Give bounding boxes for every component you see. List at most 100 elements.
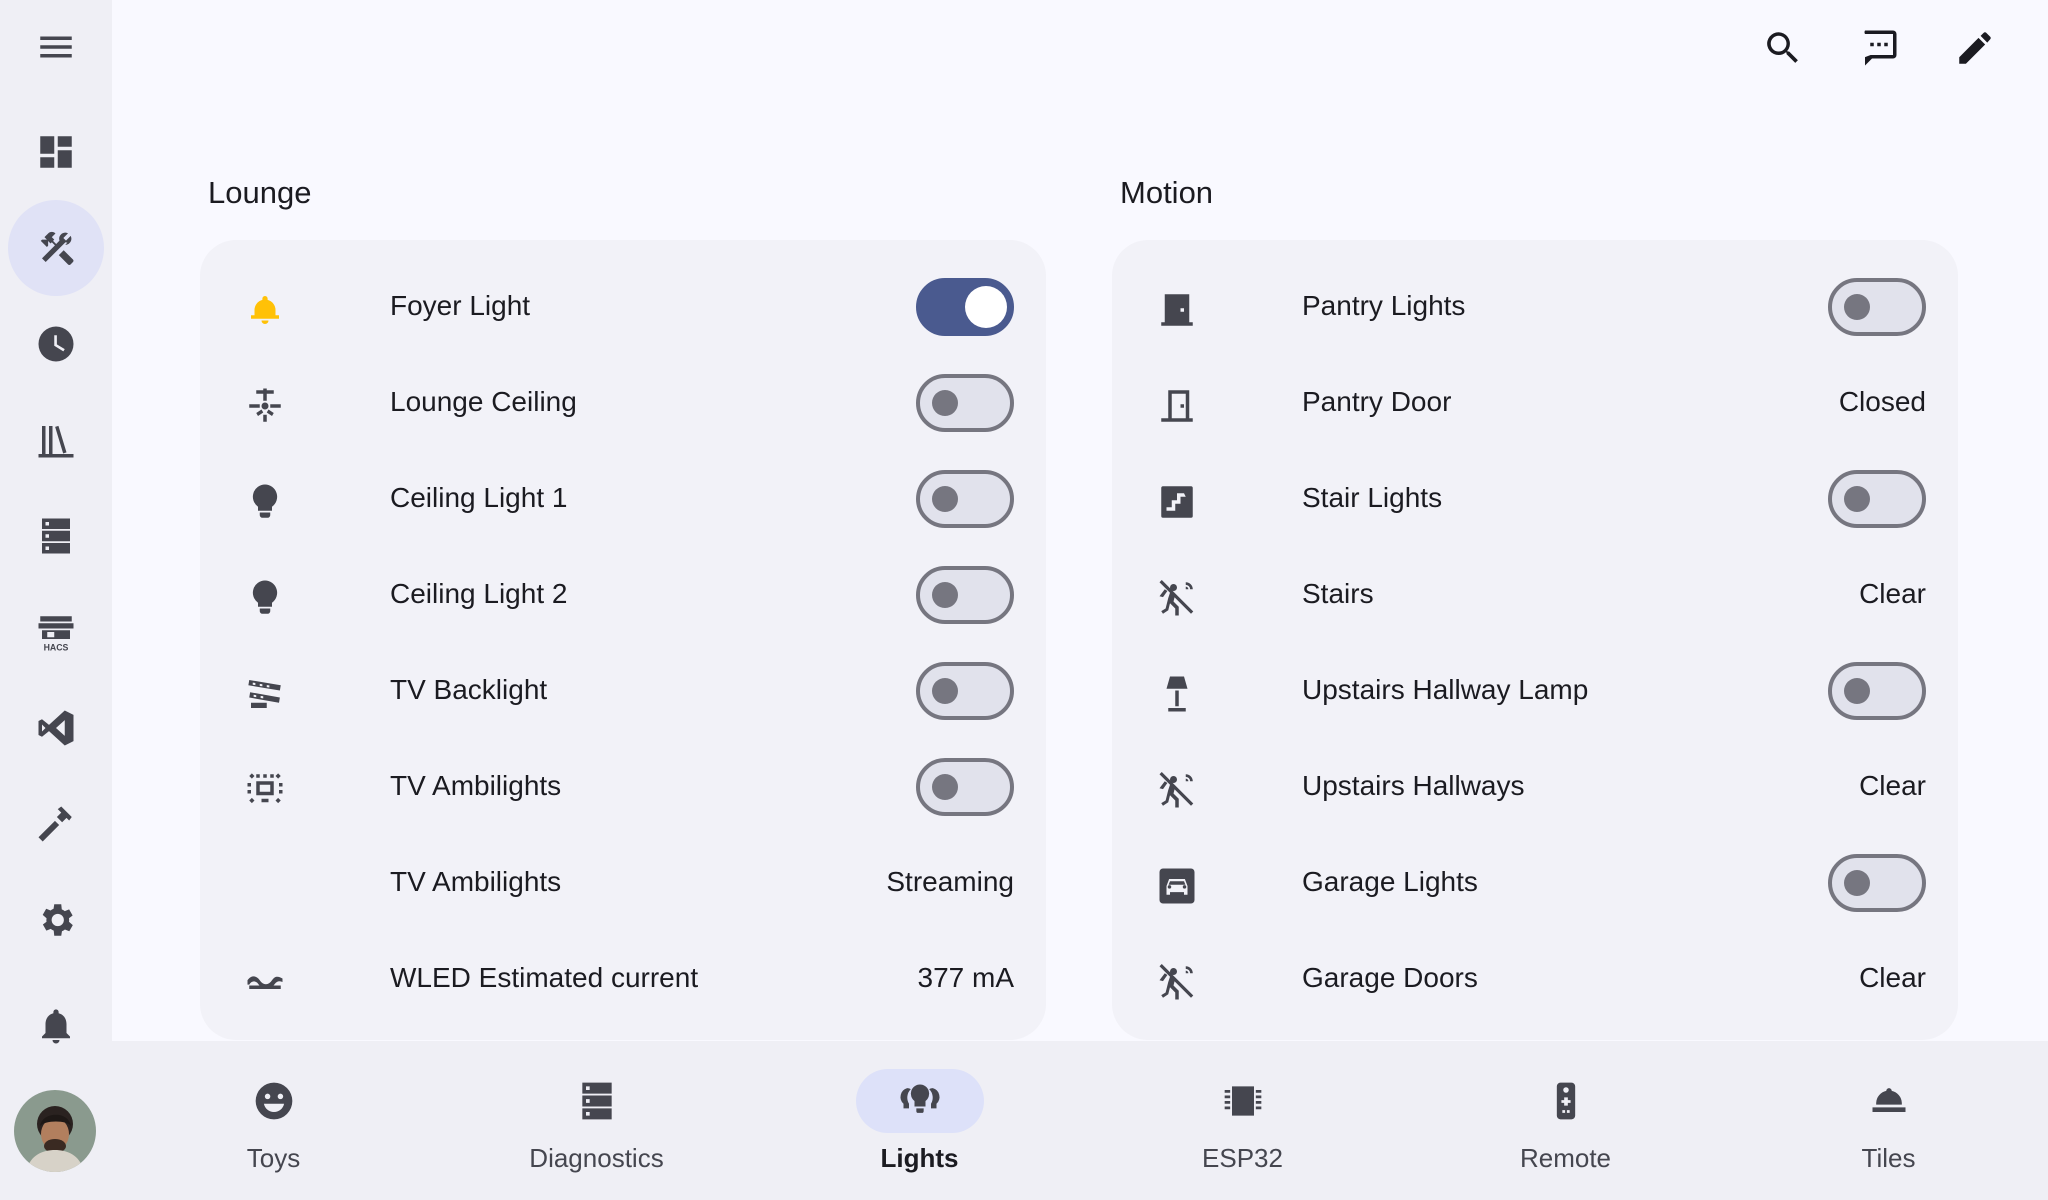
toggle-knob: [932, 486, 958, 512]
section-title-motion: Motion: [1120, 175, 1214, 210]
sidebar-item-developer[interactable]: [17, 785, 95, 863]
svg-text:HACS: HACS: [44, 642, 69, 652]
search-icon: [1767, 32, 1798, 63]
chip-icon: [1224, 1086, 1261, 1116]
entity-label: WLED Estimated current: [390, 962, 699, 993]
entity-row[interactable]: Ceiling Light 2: [200, 550, 1046, 646]
lounge-ceiling-toggle[interactable]: [916, 374, 1014, 432]
stairs-icon: [1156, 481, 1198, 523]
server-icon: [581, 1082, 612, 1120]
entity-state: Clear: [1859, 962, 1926, 993]
entity-row[interactable]: TV Ambilights Streaming: [200, 838, 1046, 934]
entity-row[interactable]: Upstairs Hallway Lamp: [1112, 646, 1958, 742]
edit-button[interactable]: [1947, 20, 2003, 76]
stair-lights-toggle[interactable]: [1828, 470, 1926, 528]
toggle-knob: [932, 390, 958, 416]
entity-label: Upstairs Hallways: [1302, 770, 1525, 801]
entity-row[interactable]: Garage Lights: [1112, 838, 1958, 934]
sidebar-item-media[interactable]: [17, 401, 95, 479]
entity-label: Stair Lights: [1302, 482, 1443, 513]
entity-row[interactable]: Lounge Ceiling: [200, 358, 1046, 454]
entity-label: Pantry Door: [1302, 386, 1452, 417]
garage-lights-toggle[interactable]: [1828, 854, 1926, 912]
view-tab-bar: Toys Diagnostics Lights ESP32 Remote Til…: [112, 1041, 2048, 1200]
sidebar-item-servers[interactable]: [17, 497, 95, 575]
tab-esp32[interactable]: ESP32: [1081, 1041, 1404, 1200]
current-ac-icon: [244, 961, 286, 1003]
tab-icon-wrap: [1502, 1069, 1630, 1133]
entity-label: Ceiling Light 2: [390, 578, 568, 609]
menu-icon: [40, 36, 72, 58]
ceiling-light-2-toggle[interactable]: [916, 566, 1014, 624]
entity-row[interactable]: TV Ambilights: [200, 742, 1046, 838]
entity-state: Clear: [1859, 578, 1926, 609]
tiles-icon: [1872, 1088, 1905, 1112]
entity-row[interactable]: Stair Lights: [1112, 454, 1958, 550]
tab-remote[interactable]: Remote: [1404, 1041, 1727, 1200]
sidebar-item-hacs[interactable]: HACS: [17, 593, 95, 671]
tab-label: Remote: [1519, 1143, 1612, 1173]
foyer-light-toggle[interactable]: [916, 278, 1014, 336]
entity-row[interactable]: Upstairs Hallways Clear: [1112, 742, 1958, 838]
door-icon: [1156, 385, 1198, 427]
tv-ambilights-toggle[interactable]: [916, 758, 1014, 816]
pantry-lights-toggle[interactable]: [1828, 278, 1926, 336]
hammer-icon: [38, 806, 72, 842]
bell-light-icon: [244, 289, 286, 331]
sidebar-item-history[interactable]: [17, 305, 95, 383]
sidebar-item-vscode[interactable]: [17, 689, 95, 767]
tab-icon-wrap: [1825, 1069, 1953, 1133]
tv-backlight-toggle[interactable]: [916, 662, 1014, 720]
toggle-knob: [1844, 678, 1870, 704]
entity-label: Garage Doors: [1302, 962, 1478, 993]
sidebar-item-notifications[interactable]: [17, 987, 95, 1065]
tab-tiles[interactable]: Tiles: [1727, 1041, 2048, 1200]
entity-label: Lounge Ceiling: [390, 386, 577, 417]
toggle-knob: [932, 678, 958, 704]
tab-label: Toys: [246, 1143, 301, 1173]
remote-icon: [1556, 1082, 1575, 1120]
toggle-knob: [932, 582, 958, 608]
ceiling-fan-icon: [244, 385, 286, 427]
tab-lights[interactable]: Lights: [758, 1041, 1081, 1200]
sidebar-item-settings[interactable]: [17, 881, 95, 959]
tab-label: Lights: [880, 1143, 959, 1173]
tab-icon-wrap: [855, 1069, 984, 1133]
sidebar: HACS: [0, 0, 112, 1200]
sidebar-item-overview[interactable]: [17, 113, 95, 191]
tab-toys[interactable]: Toys: [112, 1041, 435, 1200]
tab-diagnostics[interactable]: Diagnostics: [435, 1041, 758, 1200]
tab-icon-wrap: [1179, 1069, 1307, 1133]
entity-row[interactable]: Stairs Clear: [1112, 550, 1958, 646]
ceiling-light-1-toggle[interactable]: [916, 470, 1014, 528]
search-button[interactable]: [1755, 20, 1811, 76]
bulb-icon: [244, 577, 286, 619]
section-title-lounge: Lounge: [208, 175, 312, 210]
menu-button[interactable]: [17, 8, 95, 86]
tab-label: ESP32: [1202, 1143, 1283, 1173]
entity-row[interactable]: Foyer Light: [200, 262, 1046, 358]
assist-button[interactable]: [1851, 20, 1907, 76]
sidebar-item-tools[interactable]: [8, 200, 104, 296]
tab-label: Tiles: [1861, 1143, 1916, 1173]
entity-label: TV Backlight: [390, 674, 548, 705]
history-icon: [38, 326, 74, 362]
entity-row[interactable]: Ceiling Light 1: [200, 454, 1046, 550]
entity-state: Streaming: [886, 866, 1014, 897]
entity-row[interactable]: Pantry Lights: [1112, 262, 1958, 358]
entity-row[interactable]: Pantry Door Closed: [1112, 358, 1958, 454]
dashboard-icon: [40, 136, 72, 168]
entity-state: Closed: [1838, 386, 1926, 417]
hacs-icon: HACS: [38, 616, 74, 652]
tv-ambilight-icon: [244, 769, 286, 811]
entity-row[interactable]: WLED Estimated current 377 mA: [200, 934, 1046, 1030]
entity-row[interactable]: Garage Doors Clear: [1112, 934, 1958, 1030]
avatar[interactable]: [14, 1090, 96, 1172]
lounge-card: Foyer Light Lounge Ceiling Ceiling Light…: [200, 240, 1046, 1040]
motion-sensor-off-icon: [1156, 961, 1198, 1003]
edit-pencil-icon: [1959, 32, 1991, 64]
entity-row[interactable]: TV Backlight: [200, 646, 1046, 742]
upstairs-hallway-lamp-toggle[interactable]: [1828, 662, 1926, 720]
toggle-knob: [1844, 486, 1870, 512]
lamp-icon: [1156, 673, 1198, 715]
